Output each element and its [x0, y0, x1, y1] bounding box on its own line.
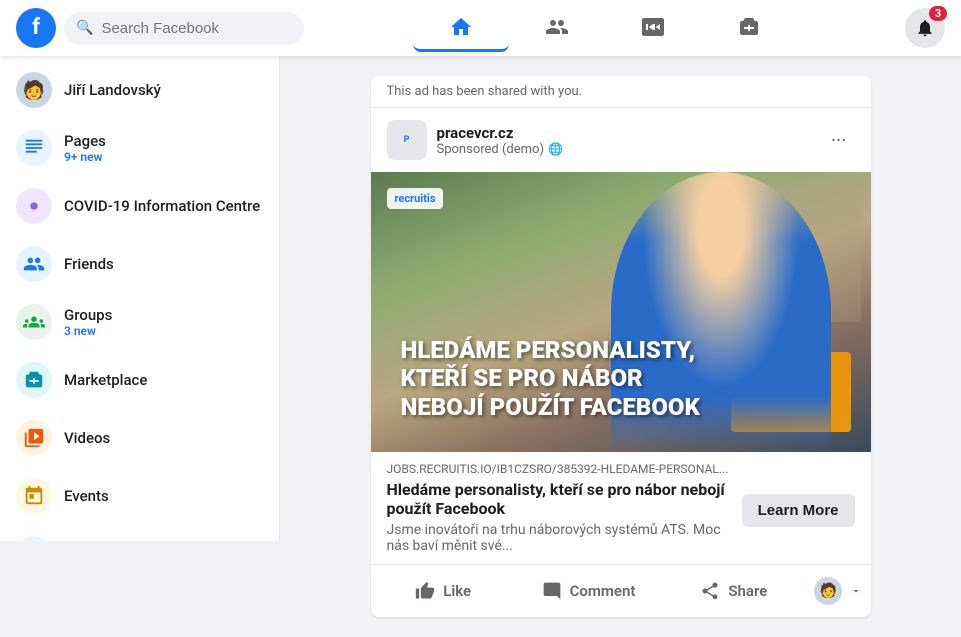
nav-home-button[interactable] — [413, 4, 509, 52]
friends-sidebar-icon-container — [16, 246, 52, 282]
logo-letter: f — [32, 17, 40, 39]
ad-cta-area: JOBS.RECRUITIS.IO/IB1CZSRO/385392-HLEDAM… — [371, 452, 871, 564]
notification-badge: 3 — [929, 6, 947, 21]
covid-icon — [23, 195, 45, 217]
groups-icon-container — [16, 304, 52, 340]
nav-marketplace-button[interactable] — [701, 4, 797, 52]
main-feed: This ad has been shared with you. P prac… — [280, 56, 961, 637]
share-button[interactable]: Share — [661, 569, 806, 613]
nav-friends-button[interactable] — [509, 4, 605, 52]
sidebar-item-groups[interactable]: Groups 3 new — [8, 294, 271, 350]
ad-url: JOBS.RECRUITIS.IO/IB1CZSRO/385392-HLEDAM… — [387, 462, 742, 480]
comment-label: Comment — [570, 582, 636, 600]
videos-icon — [23, 427, 45, 449]
comment-button[interactable]: Comment — [516, 569, 661, 613]
ad-title[interactable]: Hledáme personalisty, kteří se pro nábor… — [387, 480, 742, 522]
sidebar-item-friends[interactable]: Friends — [8, 236, 271, 292]
sidebar: 🧑 Jiří Landovský Pages 9+ new COVID-19 I… — [0, 56, 280, 541]
ad-header: P pracevcr.cz Sponsored (demo) 🌐 ··· — [371, 108, 871, 172]
sidebar-item-covid[interactable]: COVID-19 Information Centre — [8, 178, 271, 234]
share-icon — [700, 581, 720, 601]
marketplace-sidebar-label: Marketplace — [64, 371, 263, 389]
sidebar-item-memories[interactable]: Memories — [8, 526, 271, 541]
marketplace-icon — [737, 15, 761, 39]
pages-icon — [23, 137, 45, 159]
sidebar-item-marketplace[interactable]: Marketplace — [8, 352, 271, 408]
ad-text-line2: KTEŘÍ SE PRO NÁBOR — [401, 364, 700, 393]
advertiser-name[interactable]: pracevcr.cz — [437, 124, 813, 142]
pages-badge: 9+ new — [64, 150, 263, 164]
page-body: 🧑 Jiří Landovský Pages 9+ new COVID-19 I… — [0, 0, 961, 637]
friends-sidebar-label: Friends — [64, 255, 263, 273]
facebook-logo[interactable]: f — [16, 8, 56, 48]
nav-left: f 🔍 — [16, 8, 304, 48]
top-navigation: f 🔍 3 — [0, 0, 961, 56]
avatar-action-button[interactable]: 🧑 — [806, 569, 870, 613]
search-input[interactable] — [101, 20, 292, 37]
ad-info: pracevcr.cz Sponsored (demo) 🌐 — [437, 124, 813, 157]
advertiser-logo: P — [387, 120, 427, 160]
feed-content: This ad has been shared with you. P prac… — [371, 76, 871, 617]
ad-description: Jsme inovátoři na trhu náborových systém… — [387, 522, 742, 558]
marketplace-sidebar-icon-container — [16, 362, 52, 398]
notifications-button[interactable]: 3 — [905, 8, 945, 48]
home-icon — [449, 15, 473, 39]
events-sidebar-label: Events — [64, 487, 263, 505]
ad-image-text: HLEDÁME PERSONALISTY, KTEŘÍ SE PRO NÁBOR… — [401, 336, 700, 422]
sidebar-user[interactable]: 🧑 Jiří Landovský — [8, 64, 271, 116]
pages-icon-container — [16, 130, 52, 166]
comment-icon — [542, 581, 562, 601]
search-icon: 🔍 — [76, 20, 93, 36]
like-icon — [415, 581, 435, 601]
video-icon — [641, 15, 665, 39]
like-button[interactable]: Like — [371, 569, 516, 613]
bell-icon — [915, 18, 935, 38]
ad-actions: Like Comment Share 🧑 — [371, 564, 871, 617]
learn-more-button[interactable]: Learn More — [742, 494, 855, 527]
action-user-avatar: 🧑 — [814, 577, 842, 605]
user-avatar: 🧑 — [16, 72, 52, 108]
groups-icon — [23, 311, 45, 333]
videos-icon-container — [16, 420, 52, 456]
nav-video-button[interactable] — [605, 4, 701, 52]
sidebar-item-videos[interactable]: Videos — [8, 410, 271, 466]
ad-text-line3: NEBOJÍ POUŽÍT FACEBOOK — [401, 393, 700, 422]
covid-icon-container — [16, 188, 52, 224]
ad-image[interactable]: recruitis HLEDÁME PERSONALISTY, KTEŘÍ SE… — [371, 172, 871, 452]
action-chevron-icon — [850, 585, 862, 597]
recruitis-logo: recruitis — [387, 188, 444, 209]
share-label: Share — [728, 582, 767, 600]
sidebar-item-events[interactable]: Events — [8, 468, 271, 524]
nav-center — [413, 4, 797, 52]
pages-label-group: Pages 9+ new — [64, 132, 263, 164]
ad-text-line1: HLEDÁME PERSONALISTY, — [401, 336, 700, 365]
ad-notification: This ad has been shared with you. — [371, 76, 871, 108]
sponsored-label: Sponsored (demo) 🌐 — [437, 142, 813, 157]
groups-label-group: Groups 3 new — [64, 306, 263, 338]
sidebar-item-pages[interactable]: Pages 9+ new — [8, 120, 271, 176]
friends-sidebar-icon — [23, 253, 45, 275]
more-options-button[interactable]: ··· — [823, 124, 855, 156]
ad-url-title-group: JOBS.RECRUITIS.IO/IB1CZSRO/385392-HLEDAM… — [387, 462, 742, 558]
globe-icon: 🌐 — [548, 142, 563, 156]
user-name: Jiří Landovský — [64, 81, 263, 99]
ad-card: This ad has been shared with you. P prac… — [371, 76, 871, 617]
videos-sidebar-label: Videos — [64, 429, 263, 447]
memories-icon-container — [16, 536, 52, 541]
friends-icon — [545, 15, 569, 39]
search-bar[interactable]: 🔍 — [64, 12, 304, 45]
groups-badge: 3 new — [64, 324, 263, 338]
events-icon — [23, 485, 45, 507]
nav-right: 3 — [905, 8, 945, 48]
like-label: Like — [443, 582, 471, 600]
marketplace-sidebar-icon — [23, 369, 45, 391]
groups-label: Groups — [64, 306, 263, 324]
events-icon-container — [16, 478, 52, 514]
covid-label: COVID-19 Information Centre — [64, 197, 263, 215]
pages-label: Pages — [64, 132, 263, 150]
